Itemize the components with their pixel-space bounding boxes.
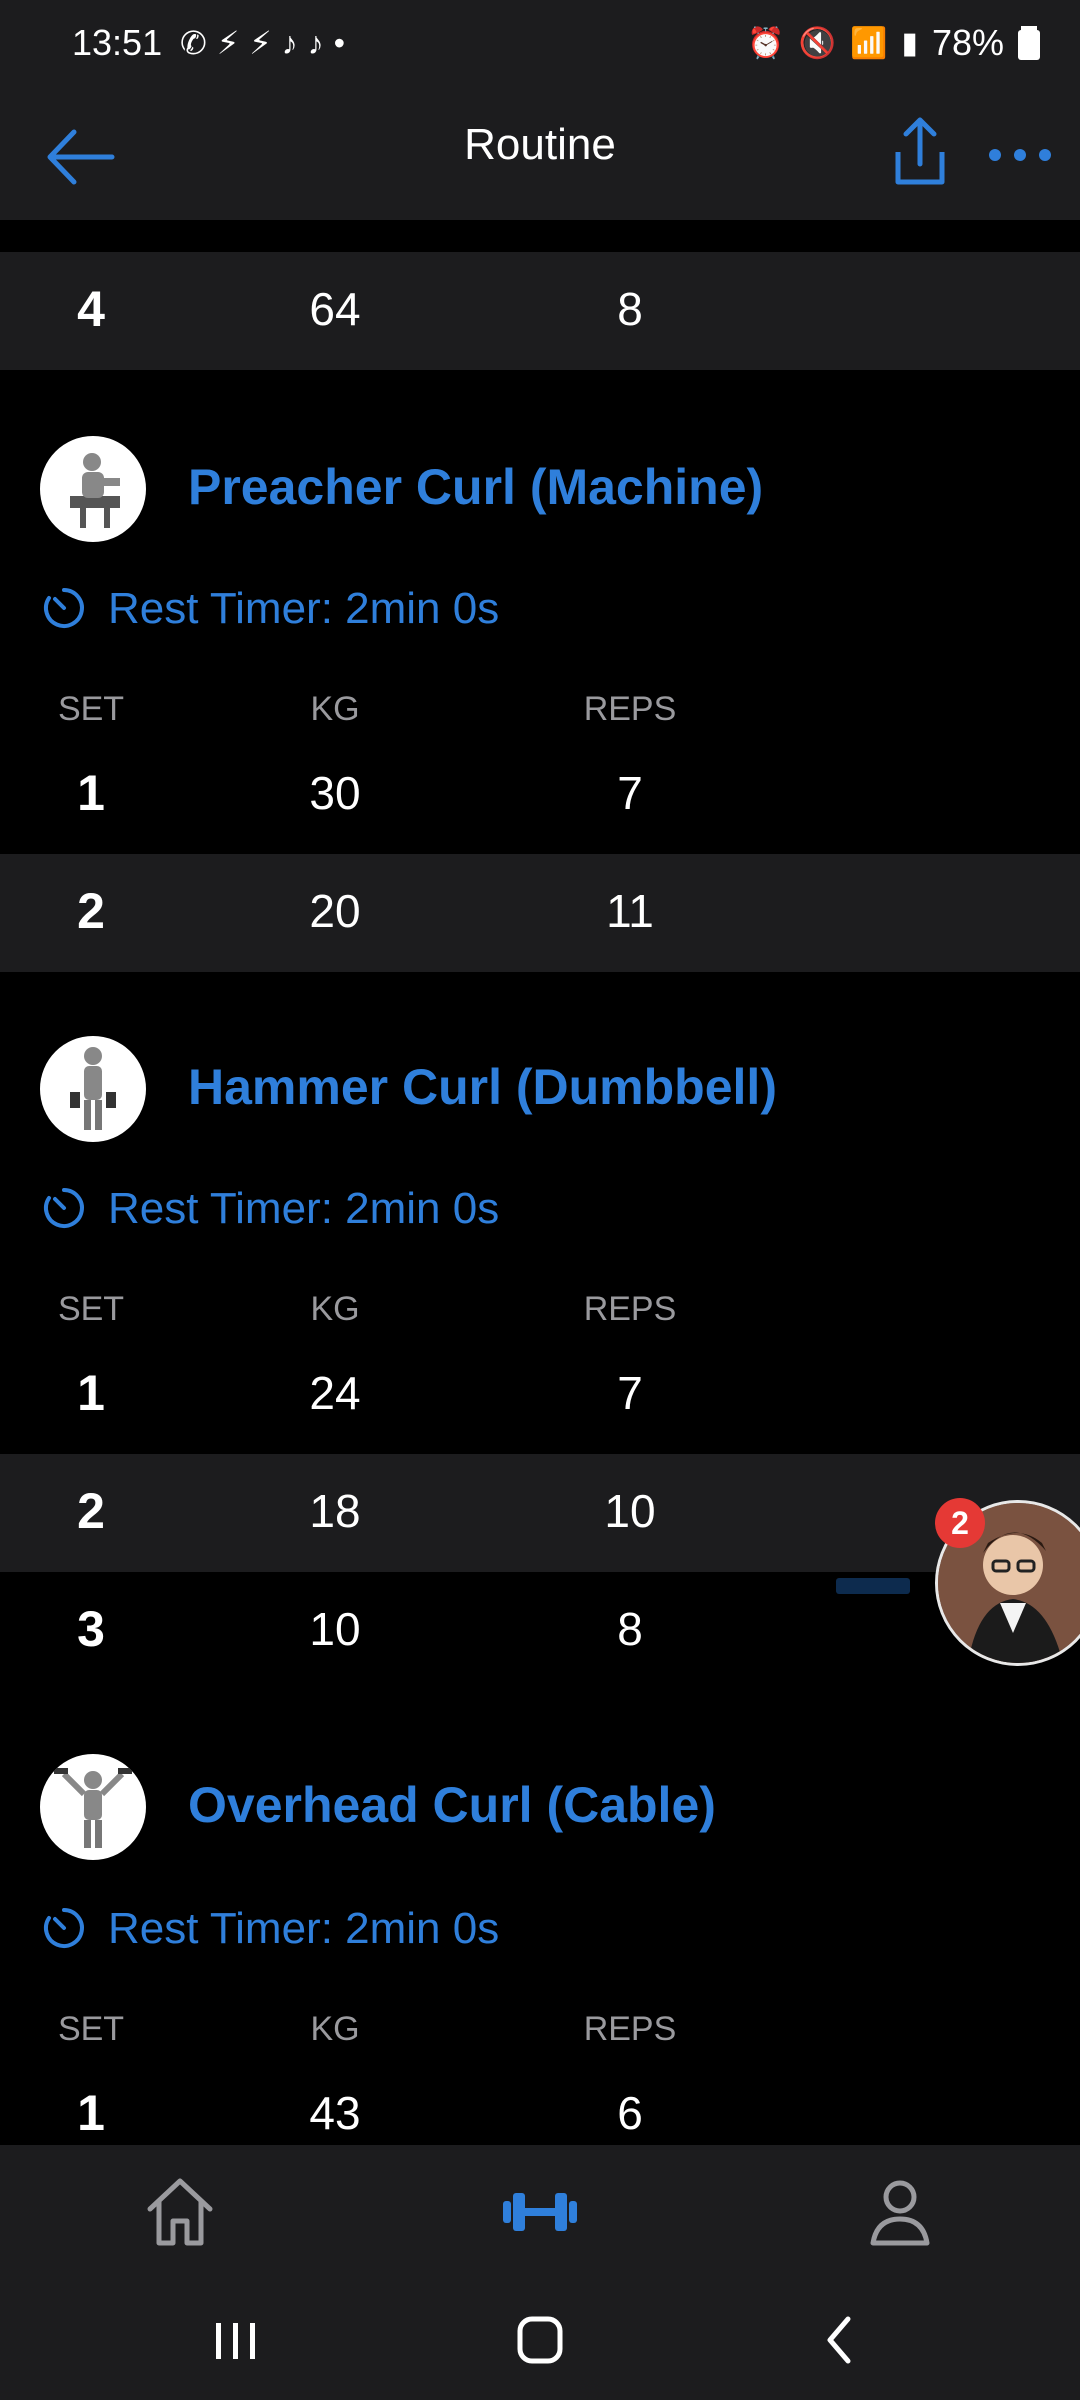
- signal-icon: ▮: [901, 26, 918, 60]
- set-reps: 11: [606, 885, 654, 937]
- unread-count-badge: 2: [935, 1498, 985, 1548]
- set-row: 3 10 8: [0, 1572, 1080, 1690]
- set-number: 1: [77, 2085, 105, 2141]
- set-reps: 10: [604, 1485, 656, 1537]
- set-kg: 20: [309, 885, 361, 937]
- set-kg: 43: [309, 2087, 361, 2139]
- messenger-icon: ⚡: [216, 25, 240, 61]
- set-kg: 18: [309, 1485, 361, 1537]
- set-row: 1 24 7: [0, 1336, 1080, 1454]
- col-set: SET: [57, 1290, 125, 1328]
- recent-apps-icon[interactable]: [196, 2305, 276, 2375]
- whatsapp-icon: ✆: [180, 25, 207, 61]
- rest-timer-label: Rest Timer: 2min 0s: [108, 584, 500, 633]
- timer-icon: [43, 1188, 84, 1228]
- notification-icons: ✆ ⚡ ⚡ ♪ ♪ •: [180, 24, 345, 62]
- col-reps: REPS: [583, 2010, 677, 2048]
- exercise-name[interactable]: Overhead Curl (Cable): [188, 1776, 716, 1834]
- timer-icon: [43, 1908, 84, 1948]
- set-number: 2: [77, 1483, 105, 1539]
- alarm-icon: ⏰: [747, 26, 785, 60]
- bottom-navigation: [0, 2145, 1080, 2275]
- col-kg: KG: [310, 2010, 360, 2048]
- top-app-bar: Routine: [0, 90, 1080, 220]
- system-icons: ⏰ 🔇 📶 ▮ 78%: [747, 22, 1040, 64]
- set-reps: 7: [617, 767, 643, 819]
- set-number: 2: [77, 883, 105, 939]
- dot-icon: •: [333, 24, 345, 61]
- more-options-icon[interactable]: [985, 130, 1055, 180]
- col-kg: KG: [310, 690, 360, 728]
- set-number: 4: [77, 281, 105, 337]
- exercise-thumbnail[interactable]: [40, 1754, 146, 1860]
- col-reps: REPS: [583, 1290, 677, 1328]
- set-row: 4 64 8: [0, 252, 1080, 370]
- tiktok-icon: ♪: [307, 24, 324, 61]
- exercise-thumbnail[interactable]: [40, 1036, 146, 1142]
- bubble-tooltip: [836, 1578, 910, 1594]
- exercise-name[interactable]: Hammer Curl (Dumbbell): [188, 1058, 777, 1116]
- exercise-header[interactable]: Preacher Curl (Machine): [0, 436, 1080, 546]
- set-reps: 8: [617, 1603, 643, 1655]
- col-kg: KG: [310, 1290, 360, 1328]
- home-button-icon[interactable]: [500, 2305, 580, 2375]
- tiktok-icon: ♪: [281, 24, 298, 61]
- set-number: 1: [77, 1365, 105, 1421]
- back-button-icon[interactable]: [800, 2305, 880, 2375]
- routine-content[interactable]: 4 64 8 Preacher Curl (Machine) Rest Time…: [0, 220, 1080, 2145]
- col-reps: REPS: [583, 690, 677, 728]
- dumbbell-icon[interactable]: [495, 2167, 585, 2257]
- timer-icon: [43, 588, 84, 628]
- set-reps: 8: [617, 283, 643, 335]
- battery-percent: 78%: [931, 22, 1004, 63]
- mute-icon: 🔇: [798, 26, 837, 60]
- profile-icon[interactable]: [855, 2167, 945, 2257]
- set-row: 1 43 6: [0, 2056, 1080, 2145]
- set-kg: 30: [309, 767, 361, 819]
- set-row: 2 20 11: [0, 854, 1080, 972]
- battery-icon: [1018, 26, 1040, 60]
- col-set: SET: [57, 690, 125, 728]
- set-kg: 64: [309, 283, 361, 335]
- share-icon[interactable]: [890, 112, 950, 192]
- set-row: 1 30 7: [0, 736, 1080, 854]
- rest-timer-label: Rest Timer: 2min 0s: [108, 1184, 500, 1233]
- exercise-header[interactable]: Overhead Curl (Cable): [0, 1754, 1080, 1864]
- system-navigation-bar: [0, 2275, 1080, 2400]
- home-icon[interactable]: [135, 2167, 225, 2257]
- set-reps: 7: [617, 1367, 643, 1419]
- messenger-icon: ⚡: [249, 25, 272, 61]
- col-set: SET: [57, 2010, 125, 2048]
- set-number: 1: [77, 765, 105, 821]
- set-reps: 6: [617, 2087, 643, 2139]
- status-bar: 13:51 ✆ ⚡ ⚡ ♪ ♪ • ⏰ 🔇 📶 ▮ 78%: [0, 0, 1080, 90]
- exercise-thumbnail[interactable]: [40, 436, 146, 542]
- status-time: 13:51: [72, 22, 163, 63]
- set-number: 3: [77, 1601, 105, 1657]
- set-row: 2 18 10: [0, 1454, 1080, 1572]
- wifi-icon: 📶: [850, 26, 888, 60]
- exercise-header[interactable]: Hammer Curl (Dumbbell): [0, 1036, 1080, 1146]
- set-kg: 10: [309, 1603, 361, 1655]
- rest-timer-label: Rest Timer: 2min 0s: [108, 1904, 500, 1953]
- exercise-name[interactable]: Preacher Curl (Machine): [188, 458, 763, 516]
- set-kg: 24: [309, 1367, 361, 1419]
